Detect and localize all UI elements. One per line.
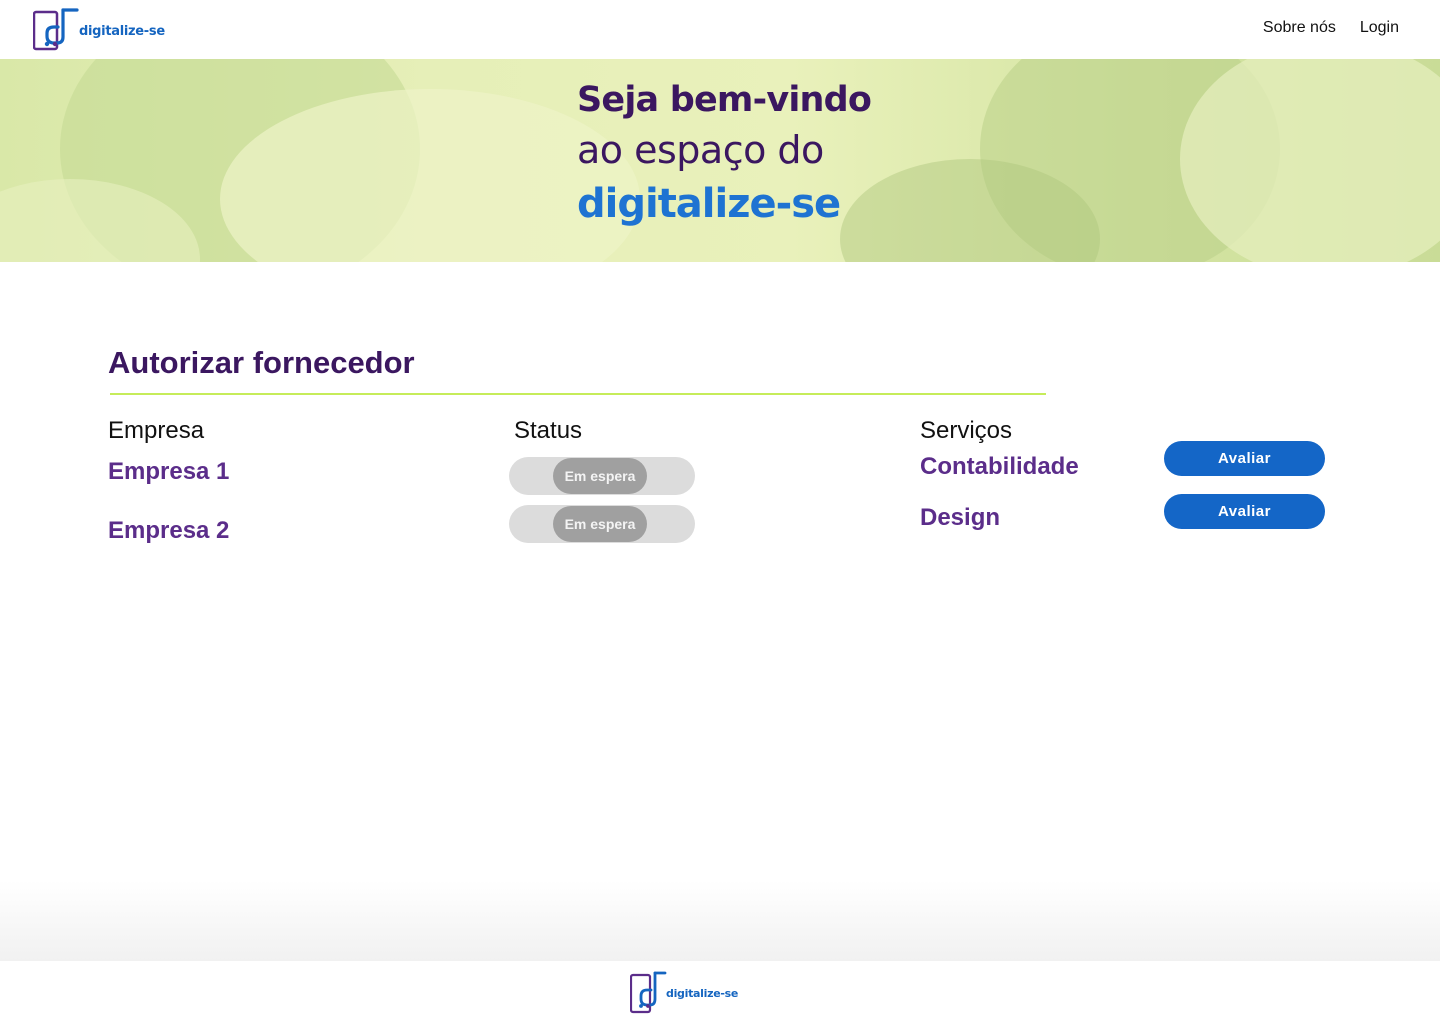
company-name: Empresa 2 — [108, 517, 230, 544]
column-header-status: Status — [514, 417, 583, 444]
status-label: Em espera — [553, 458, 647, 494]
page-title-bold: fornecedor — [252, 345, 415, 380]
logo-icon — [629, 971, 667, 1014]
hero-heading: Seja bem-vindo ao espaço do digitalize-s… — [577, 77, 872, 231]
main-nav: Sobre nós Login — [1263, 19, 1399, 37]
page-title: Autorizar fornecedor — [108, 345, 415, 381]
footer-shadow — [0, 880, 1440, 961]
service-name: Contabilidade — [920, 453, 1079, 480]
column-header-services: Serviços — [920, 417, 1013, 444]
status-toggle[interactable]: Em espera — [509, 505, 695, 543]
hero-title-line-1: Seja bem-vindo — [577, 80, 872, 120]
nav-link-login[interactable]: Login — [1360, 19, 1399, 37]
nav-link-sobre-nos[interactable]: Sobre nós — [1263, 19, 1336, 37]
footer-logo[interactable]: digitalize-se — [629, 971, 739, 1014]
page-title-regular: Autorizar — [108, 345, 245, 380]
evaluate-button[interactable]: Avaliar — [1164, 494, 1325, 529]
status-label: Em espera — [553, 506, 647, 542]
logo-text: digitalize-se — [79, 23, 165, 39]
hero-title-line-2: ao espaço do — [577, 128, 824, 172]
hero-photo-shape — [1180, 59, 1440, 262]
status-toggle[interactable]: Em espera — [509, 457, 695, 495]
column-header-company: Empresa — [108, 417, 205, 444]
title-divider — [110, 393, 1046, 395]
top-navbar: digitalize-se Sobre nós Login — [0, 0, 1440, 59]
hero-title-line-3: digitalize-se — [577, 181, 841, 227]
service-name: Design — [920, 504, 1001, 531]
evaluate-button[interactable]: Avaliar — [1164, 441, 1325, 476]
hero-banner: Seja bem-vindo ao espaço do digitalize-s… — [0, 59, 1440, 262]
footer: digitalize-se — [0, 961, 1440, 1024]
footer-logo-text: digitalize-se — [666, 987, 739, 1000]
brand-logo[interactable]: digitalize-se — [32, 7, 165, 51]
company-name: Empresa 1 — [108, 458, 230, 485]
logo-icon — [32, 7, 79, 51]
